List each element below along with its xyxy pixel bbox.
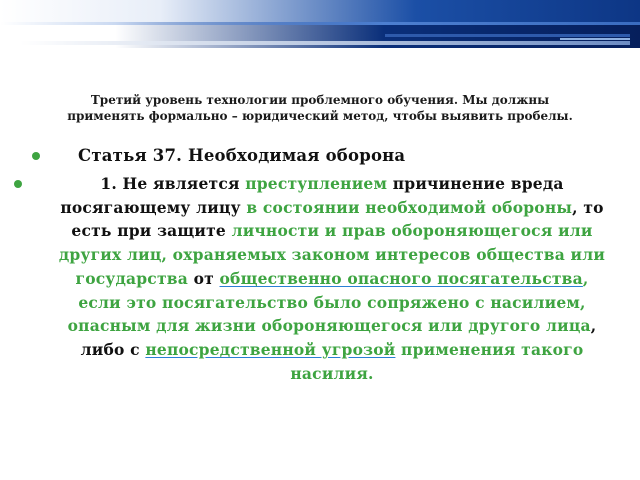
slide-title-line: применять формально – юридический метод,… (67, 109, 573, 123)
slide-title: Третий уровень технологии проблемного об… (20, 92, 620, 124)
article-heading: Статья 37. Необходимая оборона (78, 146, 406, 165)
paragraph-text: от (187, 268, 220, 288)
article-paragraph: 1. Не является преступлением причинение … (14, 172, 606, 385)
paragraph-text: 1. Не является (100, 174, 246, 193)
article-heading-item: Статья 37. Необходимая оборона (32, 145, 606, 167)
header-band-edge (0, 22, 640, 25)
slide-content: Статья 37. Необходимая оборона 1. Не явл… (14, 145, 606, 385)
highlighted-term: если это посягательство было сопряжено с… (67, 292, 591, 336)
bullet-icon (32, 152, 40, 160)
highlighted-term: в состоянии необходимой обороны (246, 197, 573, 217)
highlighted-term: , (582, 268, 589, 288)
decorative-line (560, 38, 630, 40)
decorative-line (20, 41, 630, 45)
bullet-icon (14, 180, 22, 188)
slide-title-line: Третий уровень технологии проблемного об… (90, 93, 550, 107)
header-band-highlight (0, 0, 640, 22)
decorative-line (385, 34, 630, 37)
hyperlink-term[interactable]: непосредственной угрозой (145, 340, 395, 359)
hyperlink-term[interactable]: общественно опасного посягательства (220, 269, 583, 288)
highlighted-term: преступлением (245, 174, 388, 193)
